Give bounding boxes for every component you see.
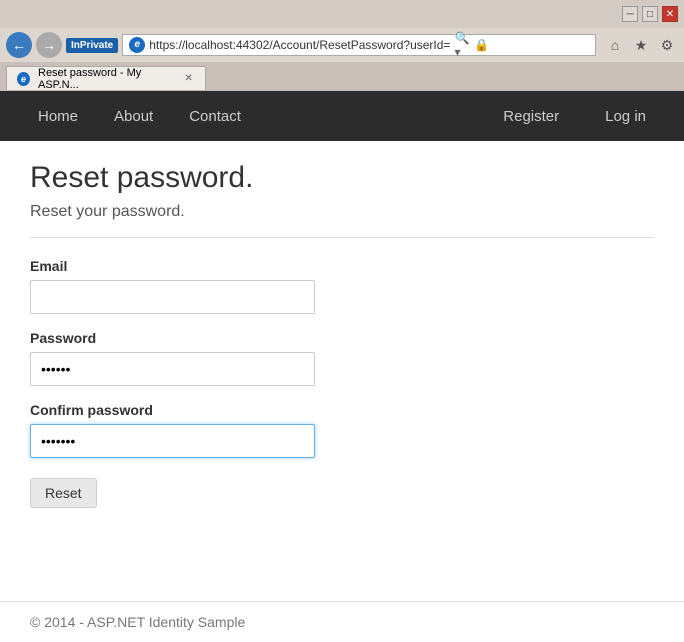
forward-button[interactable]: → [36,32,62,58]
tab-favicon: e [17,72,30,86]
email-input[interactable] [30,280,315,314]
lock-icon: 🔒 [473,37,489,53]
url-bar[interactable]: e https://localhost:44302/Account/ResetP… [122,34,596,56]
back-button[interactable]: ← [6,32,32,58]
nav-contact[interactable]: Contact [171,93,259,140]
nav-home[interactable]: Home [20,93,96,140]
confirm-password-input[interactable] [30,424,315,458]
nav-left: Home About Contact [20,93,259,140]
search-dropdown-icon[interactable]: 🔍▾ [454,37,470,53]
page-content: Reset password. Reset your password. Ema… [0,141,684,601]
favorites-icon[interactable]: ★ [630,34,652,56]
browser-chrome: ─ □ ✕ ← → InPrivate e https://localhost:… [0,0,684,91]
minimize-button[interactable]: ─ [622,6,638,22]
page-title: Reset password. [30,161,654,195]
maximize-button[interactable]: □ [642,6,658,22]
email-label: Email [30,258,654,274]
page-subtitle: Reset your password. [30,203,654,221]
home-icon[interactable]: ⌂ [604,34,626,56]
footer-text: © 2014 - ASP.NET Identity Sample [30,614,245,630]
reset-password-form: Email Password Confirm password Reset [30,258,654,508]
ie-icon: e [129,37,145,53]
page-footer: © 2014 - ASP.NET Identity Sample [0,601,684,642]
nav-login[interactable]: Log in [587,93,664,140]
url-text: https://localhost:44302/Account/ResetPas… [149,38,450,52]
email-group: Email [30,258,654,314]
tab-label: Reset password - My ASP.N... [38,67,174,91]
title-bar: ─ □ ✕ [0,0,684,28]
reset-button[interactable]: Reset [30,478,97,508]
section-divider [30,237,654,238]
browser-toolbar: ⌂ ★ ⚙ [604,34,678,56]
window-controls: ─ □ ✕ [622,6,678,22]
active-tab[interactable]: e Reset password - My ASP.N... ✕ [6,66,206,90]
nav-about[interactable]: About [96,93,171,140]
nav-register[interactable]: Register [485,93,577,140]
password-input[interactable] [30,352,315,386]
address-bar: ← → InPrivate e https://localhost:44302/… [0,28,684,62]
password-label: Password [30,330,654,346]
confirm-password-label: Confirm password [30,402,654,418]
url-bar-icons: 🔍▾ 🔒 [454,37,489,53]
settings-icon[interactable]: ⚙ [656,34,678,56]
inprivate-badge: InPrivate [66,38,118,53]
password-group: Password [30,330,654,386]
nav-right: Register Log in [485,93,664,140]
close-button[interactable]: ✕ [662,6,678,22]
site-navigation: Home About Contact Register Log in [0,91,684,141]
tab-bar: e Reset password - My ASP.N... ✕ [0,62,684,90]
tab-close-button[interactable]: ✕ [182,72,195,86]
confirm-password-group: Confirm password [30,402,654,458]
